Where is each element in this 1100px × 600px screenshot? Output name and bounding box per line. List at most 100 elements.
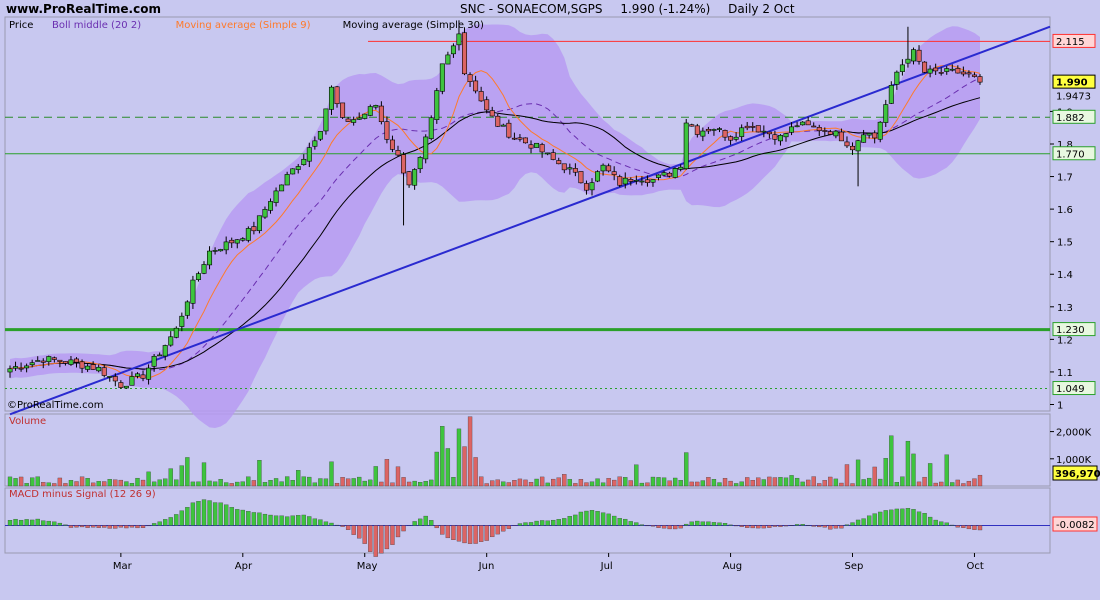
macd-bar bbox=[556, 519, 561, 526]
candle-body bbox=[506, 122, 512, 138]
volume-bar bbox=[423, 481, 428, 487]
legend-item: Price bbox=[9, 20, 33, 31]
candle-body bbox=[667, 172, 673, 177]
candle-body bbox=[184, 301, 190, 316]
candle-body bbox=[18, 367, 24, 370]
candle bbox=[423, 134, 429, 164]
candle-body bbox=[445, 54, 451, 65]
macd-bar bbox=[201, 499, 207, 526]
volume-bar bbox=[839, 482, 844, 487]
volume-bar bbox=[894, 482, 900, 487]
candle bbox=[279, 184, 285, 192]
macd-bar bbox=[761, 525, 766, 529]
volume-bar bbox=[279, 481, 284, 487]
price-tick-label: 1.3 bbox=[1057, 303, 1073, 314]
month-label: Jul bbox=[600, 561, 613, 572]
volume-bar bbox=[484, 483, 489, 487]
candle bbox=[877, 121, 883, 143]
macd-bar bbox=[412, 521, 417, 526]
macd-bar bbox=[279, 515, 284, 526]
volume-bar bbox=[440, 426, 445, 487]
macd-bar bbox=[418, 518, 423, 526]
volume-bar bbox=[190, 481, 196, 487]
volume-bar bbox=[961, 483, 966, 487]
candle-body bbox=[783, 133, 789, 138]
volume-bar bbox=[950, 482, 955, 487]
candle-body bbox=[517, 137, 523, 140]
volume-bar bbox=[251, 480, 257, 487]
candle-body bbox=[944, 68, 950, 72]
candle-body bbox=[256, 215, 262, 231]
macd-bar bbox=[157, 521, 162, 526]
candle-body bbox=[112, 376, 118, 382]
candle-body bbox=[822, 130, 828, 132]
macd-bar bbox=[700, 521, 706, 526]
volume-bar bbox=[972, 478, 977, 487]
candle-body bbox=[234, 239, 240, 244]
candle-body bbox=[328, 86, 334, 110]
macd-bar bbox=[678, 525, 683, 529]
macd-bar bbox=[7, 520, 13, 526]
candle-body bbox=[218, 249, 224, 252]
candle-body bbox=[844, 141, 850, 147]
candle-body bbox=[412, 169, 418, 186]
candle-body bbox=[656, 174, 662, 178]
candle-body bbox=[777, 135, 783, 142]
legend-item: Moving average (Simple 9) bbox=[176, 20, 311, 31]
volume-bar bbox=[811, 476, 816, 487]
volume-bar bbox=[401, 477, 406, 487]
volume-bar bbox=[462, 446, 467, 487]
volume-bar bbox=[395, 466, 401, 487]
candle-body bbox=[966, 72, 972, 75]
volume-bar bbox=[151, 481, 157, 487]
candle-body bbox=[539, 144, 545, 153]
candle-body bbox=[500, 124, 506, 127]
candle bbox=[323, 108, 329, 135]
macd-bar bbox=[318, 519, 323, 526]
stock-chart[interactable]: 11.11.21.31.41.51.61.71.81.92,000K1,000K… bbox=[0, 0, 1100, 600]
volume-bar bbox=[473, 457, 478, 487]
volume-bar bbox=[451, 477, 456, 487]
candle-body bbox=[545, 152, 551, 155]
volume-bar bbox=[323, 478, 329, 487]
macd-bar bbox=[478, 525, 484, 542]
price-label: 1.9473 bbox=[1056, 92, 1091, 103]
volume-bar bbox=[850, 483, 855, 487]
candle-body bbox=[550, 152, 556, 160]
candle-body bbox=[528, 144, 534, 149]
volume-bar bbox=[96, 481, 101, 487]
macd-bar bbox=[207, 500, 212, 526]
volume-bar bbox=[595, 478, 600, 487]
volume-bar bbox=[334, 482, 340, 487]
macd-bar bbox=[229, 507, 234, 526]
macd-bar bbox=[429, 520, 434, 526]
macd-bar bbox=[440, 525, 445, 535]
volume-bar bbox=[567, 479, 572, 487]
volume-bar bbox=[545, 482, 550, 487]
volume-bar bbox=[240, 481, 245, 487]
candle-body bbox=[157, 354, 163, 357]
volume-bar bbox=[756, 477, 761, 487]
volume-bar bbox=[722, 478, 728, 487]
price-label: 1.882 bbox=[1052, 109, 1096, 124]
macd-bar bbox=[889, 509, 894, 526]
candle-body bbox=[24, 365, 30, 369]
candle-body bbox=[622, 177, 628, 185]
candle-body bbox=[450, 45, 456, 55]
volume-bar bbox=[628, 480, 633, 487]
candle-body bbox=[212, 250, 218, 252]
candle bbox=[522, 137, 528, 144]
volume-bar bbox=[506, 482, 512, 487]
month-label: May bbox=[357, 561, 378, 572]
volume-bar bbox=[855, 459, 861, 487]
candle-body bbox=[201, 264, 207, 274]
candle-body bbox=[495, 115, 501, 127]
macd-bar bbox=[833, 525, 839, 529]
price-label-text: 1.230 bbox=[1056, 325, 1085, 336]
volume-bar bbox=[739, 481, 744, 487]
volume-bar bbox=[750, 480, 755, 487]
candle-body bbox=[583, 183, 589, 191]
volume-bar bbox=[966, 480, 972, 487]
candle-body bbox=[334, 86, 340, 105]
volume-bar bbox=[118, 479, 124, 487]
